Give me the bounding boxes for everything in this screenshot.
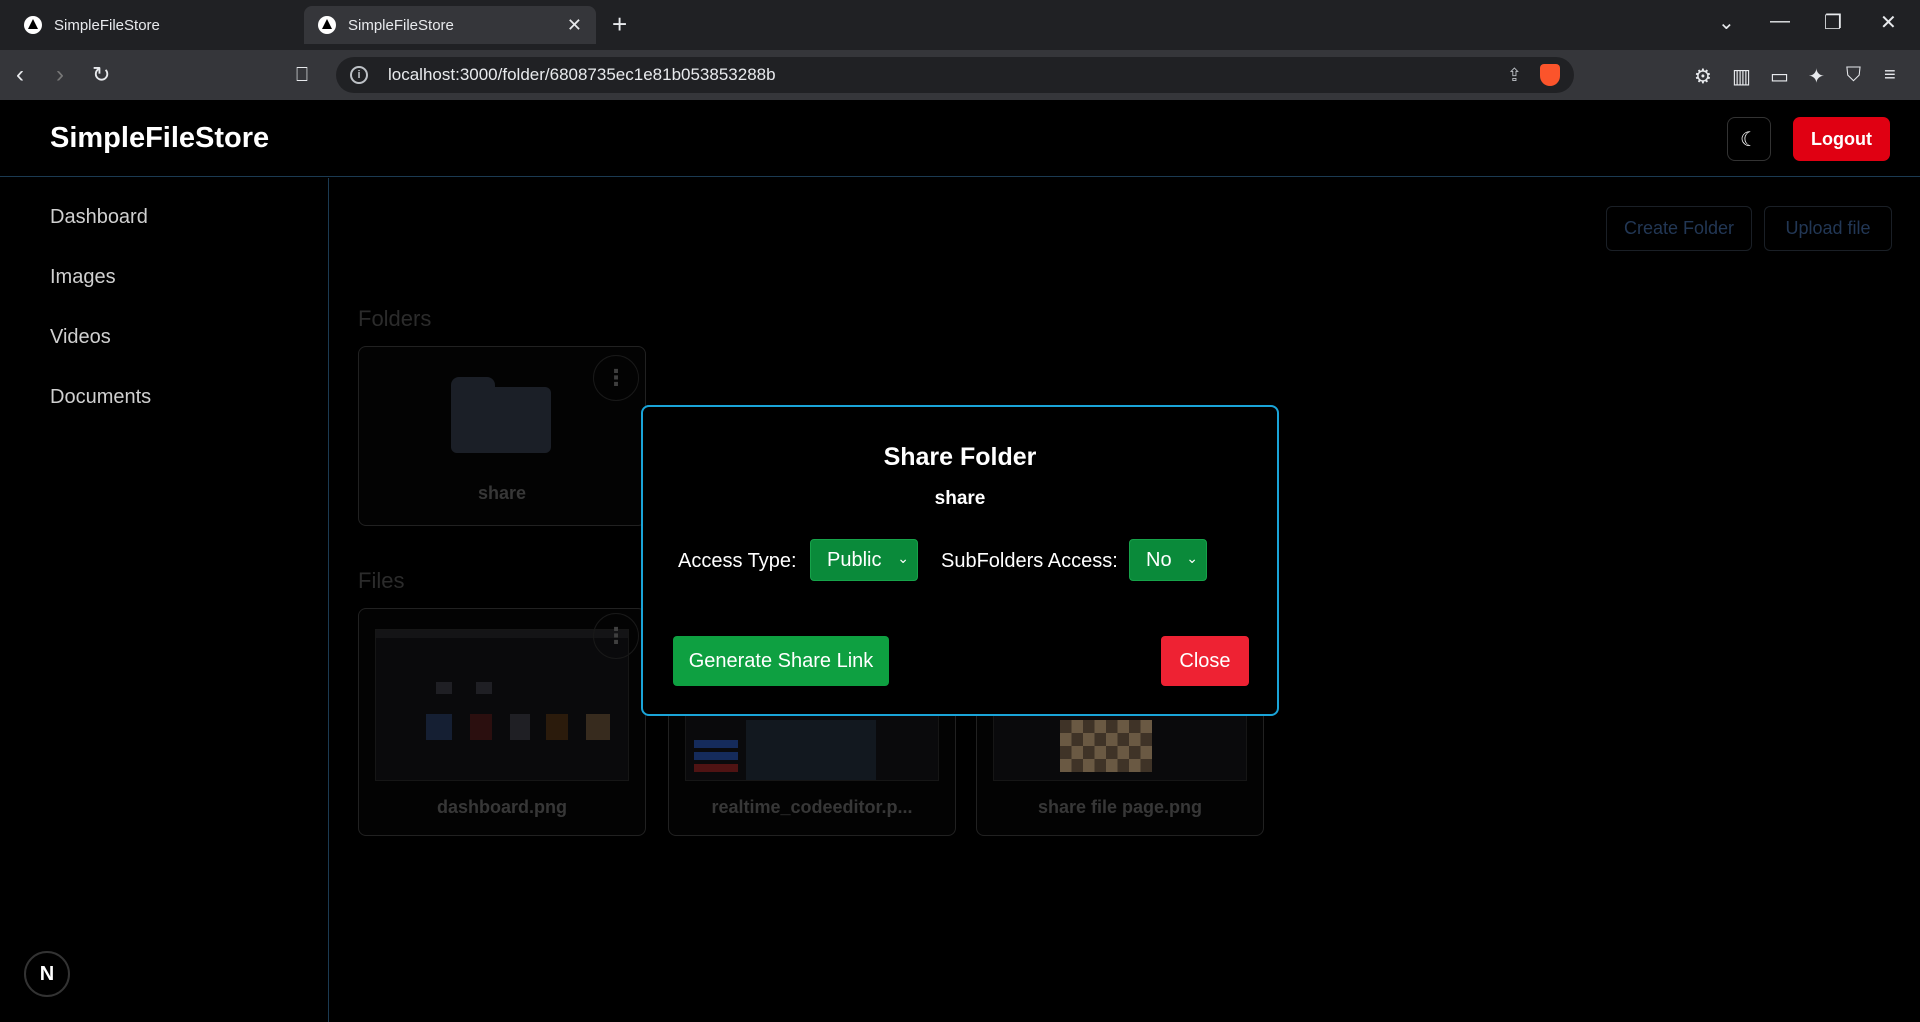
tab-search-chevron-icon[interactable]: ⌄ — [1718, 10, 1735, 35]
browser-tab-1[interactable]: SimpleFileStore — [10, 6, 300, 44]
share-folder-modal: Share Folder share Access Type: Public ⌄… — [641, 405, 1279, 716]
modal-title: Share Folder — [883, 443, 1037, 471]
chevron-down-icon: ⌄ — [897, 550, 909, 566]
app-favicon-icon — [318, 16, 336, 34]
minimize-icon[interactable]: — — [1770, 10, 1790, 33]
app-favicon-icon — [24, 16, 42, 34]
sidebar-toggle-icon[interactable]: ▥ — [1732, 64, 1751, 89]
close-button[interactable]: Close — [1161, 636, 1249, 686]
reload-icon[interactable]: ↻ — [92, 62, 110, 88]
url-text[interactable]: localhost:3000/folder/6808735ec1e81b0538… — [388, 65, 776, 85]
back-icon[interactable]: ‹ — [16, 62, 24, 88]
tab-title: SimpleFileStore — [348, 16, 454, 34]
extensions-icon[interactable]: ⚙ — [1694, 64, 1712, 89]
brave-shields-icon[interactable] — [1540, 64, 1560, 86]
chevron-down-icon: ⌄ — [1186, 550, 1198, 566]
tab-close-icon[interactable]: ✕ — [567, 15, 582, 36]
sidebar-item-documents[interactable]: Documents — [50, 386, 151, 409]
sidebar: Dashboard Images Videos Documents — [0, 178, 329, 1022]
access-type-select[interactable]: Public ⌄ — [810, 539, 918, 581]
sidebar-item-images[interactable]: Images — [50, 266, 116, 289]
subfolders-access-value: No — [1146, 548, 1172, 571]
access-type-value: Public — [827, 548, 882, 571]
browser-toolbar: ‹ › ↻ ⎕ i localhost:3000/folder/6808735e… — [0, 50, 1920, 100]
forward-icon[interactable]: › — [56, 62, 64, 88]
window-close-icon[interactable]: ✕ — [1880, 10, 1897, 35]
bookmark-icon[interactable]: ⎕ — [296, 62, 308, 88]
menu-icon[interactable]: ≡ — [1884, 64, 1896, 87]
generate-share-link-button[interactable]: Generate Share Link — [673, 636, 889, 686]
leo-ai-icon[interactable]: ✦ — [1808, 64, 1825, 89]
subfolders-access-label: SubFolders Access: — [941, 550, 1118, 572]
brand-logo[interactable]: SimpleFileStore — [50, 122, 269, 155]
browser-tab-bar: SimpleFileStore SimpleFileStore ✕ + ⌄ — … — [0, 0, 1920, 50]
wallet-icon[interactable]: ▭ — [1770, 64, 1789, 89]
subfolders-access-select[interactable]: No ⌄ — [1129, 539, 1207, 581]
sidebar-item-videos[interactable]: Videos — [50, 326, 111, 349]
site-info-icon[interactable]: i — [350, 66, 368, 84]
new-tab-button[interactable]: + — [612, 10, 627, 38]
address-bar[interactable]: i localhost:3000/folder/6808735ec1e81b05… — [336, 57, 1574, 93]
tab-title: SimpleFileStore — [54, 16, 160, 34]
modal-folder-name: share — [934, 488, 986, 509]
restore-icon[interactable]: ❐ — [1824, 10, 1842, 35]
nextjs-dev-badge[interactable]: N — [24, 951, 70, 997]
theme-toggle-button[interactable]: ☾ — [1727, 117, 1771, 161]
vpn-shield-icon[interactable]: ⛉ — [1846, 64, 1861, 87]
share-page-icon[interactable]: ⇪ — [1507, 65, 1522, 86]
browser-tab-2-active[interactable]: SimpleFileStore ✕ — [304, 6, 596, 44]
sidebar-item-dashboard[interactable]: Dashboard — [50, 206, 148, 229]
moon-icon: ☾ — [1740, 128, 1758, 151]
access-type-label: Access Type: — [678, 550, 797, 572]
app-header: SimpleFileStore ☾ Logout — [0, 100, 1920, 177]
logout-button[interactable]: Logout — [1793, 117, 1890, 161]
